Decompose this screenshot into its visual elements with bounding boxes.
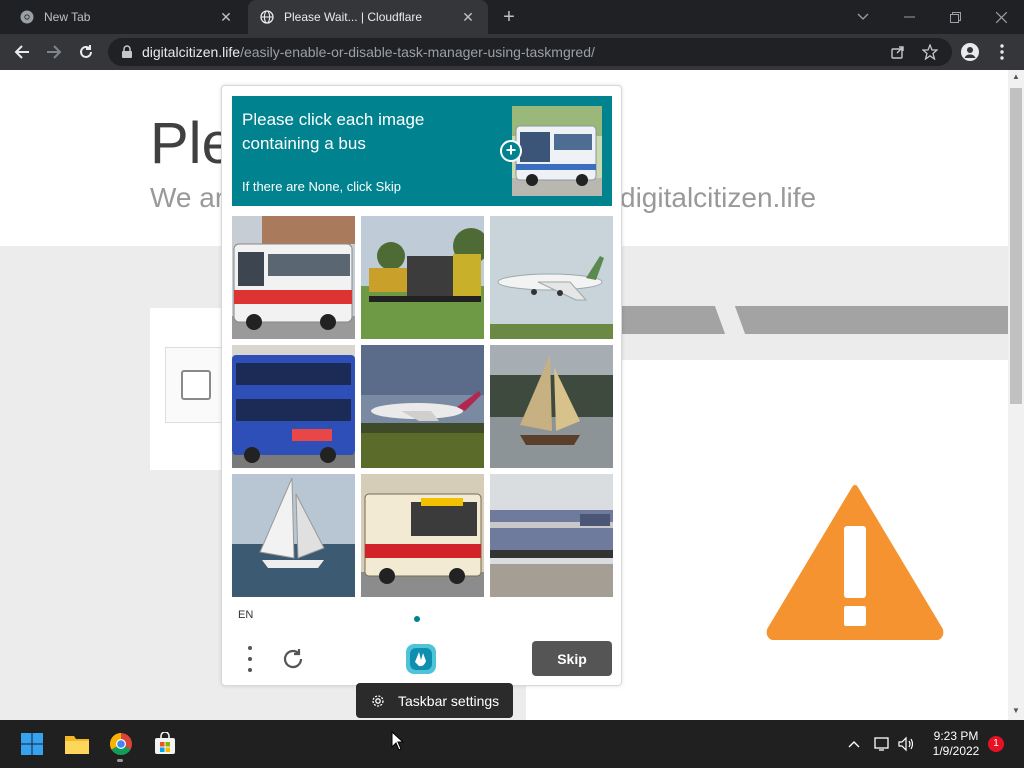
reload-icon[interactable] bbox=[74, 40, 98, 64]
share-icon[interactable] bbox=[888, 42, 908, 62]
bookmark-star-icon[interactable] bbox=[920, 42, 940, 62]
store-icon[interactable] bbox=[151, 730, 179, 758]
image-tile-6[interactable] bbox=[490, 345, 613, 468]
image-grid bbox=[232, 216, 613, 597]
image-tile-4[interactable] bbox=[232, 345, 355, 468]
address-bar[interactable]: digitalcitizen.life/easily-enable-or-dis… bbox=[108, 38, 952, 66]
tab-title: Please Wait... | Cloudflare bbox=[284, 10, 423, 24]
page-indicator-dot bbox=[414, 616, 420, 622]
globe-icon bbox=[260, 10, 274, 24]
challenge-header: Please click each image containing a bus… bbox=[232, 96, 612, 206]
challenge-hint: If there are None, click Skip bbox=[242, 179, 401, 194]
new-tab-button[interactable]: + bbox=[498, 6, 520, 28]
scrollbar-thumb[interactable] bbox=[1010, 88, 1022, 404]
menu-kebab-icon[interactable] bbox=[990, 40, 1014, 64]
system-clock[interactable]: 9:23 PM 1/9/2022 bbox=[920, 729, 992, 759]
url-domain: digitalcitizen.life bbox=[142, 44, 241, 60]
mouse-cursor-icon bbox=[391, 731, 405, 751]
tab-strip: New Tab ✕ Please Wait... | Cloudflare ✕ … bbox=[0, 0, 1024, 34]
file-explorer-icon[interactable] bbox=[63, 730, 91, 758]
image-tile-5[interactable] bbox=[361, 345, 484, 468]
chrome-icon bbox=[20, 10, 34, 24]
page-subtitle: We ar bbox=[150, 182, 225, 213]
show-hidden-icons-chevron-icon[interactable] bbox=[844, 734, 864, 754]
clock-time: 9:23 PM bbox=[933, 729, 979, 743]
progress-stripe bbox=[600, 306, 1008, 334]
hcaptcha-logo-icon bbox=[406, 644, 436, 674]
url-path: /easily-enable-or-disable-task-manager-u… bbox=[240, 44, 595, 60]
minimize-icon[interactable] bbox=[886, 0, 932, 34]
browser-toolbar: digitalcitizen.life/easily-enable-or-dis… bbox=[0, 34, 1024, 70]
tab-title: New Tab bbox=[44, 10, 91, 24]
tab-new-tab[interactable]: New Tab ✕ bbox=[8, 0, 246, 34]
image-tile-8[interactable] bbox=[361, 474, 484, 597]
page-subtitle-domain: digitalcitizen.life bbox=[620, 182, 817, 213]
volume-icon[interactable] bbox=[896, 734, 916, 754]
clock-date: 1/9/2022 bbox=[932, 744, 980, 758]
tab-close-icon[interactable]: ✕ bbox=[460, 9, 476, 25]
scroll-down-icon[interactable]: ▼ bbox=[1012, 706, 1020, 715]
refresh-icon[interactable] bbox=[280, 646, 306, 672]
captcha-challenge: Please click each image containing a bus… bbox=[221, 85, 622, 686]
image-tile-1[interactable] bbox=[232, 216, 355, 339]
taskbar-settings-tooltip[interactable]: Taskbar settings bbox=[356, 683, 513, 718]
close-window-icon[interactable] bbox=[978, 0, 1024, 34]
more-options-icon[interactable] bbox=[244, 646, 256, 672]
example-bus-image bbox=[512, 106, 602, 196]
warning-icon bbox=[766, 485, 944, 640]
network-icon[interactable] bbox=[872, 734, 892, 754]
notification-badge[interactable]: 1 bbox=[988, 736, 1004, 752]
gear-icon bbox=[372, 694, 384, 707]
image-tile-7[interactable] bbox=[232, 474, 355, 597]
example-expand-icon[interactable]: + bbox=[500, 140, 522, 162]
tab-cloudflare[interactable]: Please Wait... | Cloudflare ✕ bbox=[248, 0, 488, 34]
tab-close-icon[interactable]: ✕ bbox=[218, 9, 234, 25]
image-tile-3[interactable] bbox=[490, 216, 613, 339]
tab-search-icon[interactable] bbox=[840, 0, 886, 34]
forward-icon[interactable] bbox=[42, 40, 66, 64]
windows-taskbar: 9:23 PM 1/9/2022 1 bbox=[0, 720, 1024, 768]
challenge-prompt: Please click each image containing a bus bbox=[242, 110, 425, 153]
restore-icon[interactable] bbox=[932, 0, 978, 34]
image-tile-2[interactable] bbox=[361, 216, 484, 339]
captcha-checkbox[interactable] bbox=[181, 370, 211, 400]
scroll-up-icon[interactable]: ▲ bbox=[1012, 72, 1020, 81]
image-tile-9[interactable] bbox=[490, 474, 613, 597]
chrome-icon[interactable] bbox=[107, 730, 135, 758]
active-app-indicator bbox=[117, 759, 123, 762]
skip-button[interactable]: Skip bbox=[532, 641, 612, 676]
back-icon[interactable] bbox=[10, 40, 34, 64]
language-selector[interactable]: EN bbox=[238, 609, 253, 621]
lock-icon bbox=[122, 45, 132, 58]
tooltip-label: Taskbar settings bbox=[398, 692, 500, 709]
start-icon[interactable] bbox=[18, 730, 46, 758]
profile-icon[interactable] bbox=[958, 40, 982, 64]
